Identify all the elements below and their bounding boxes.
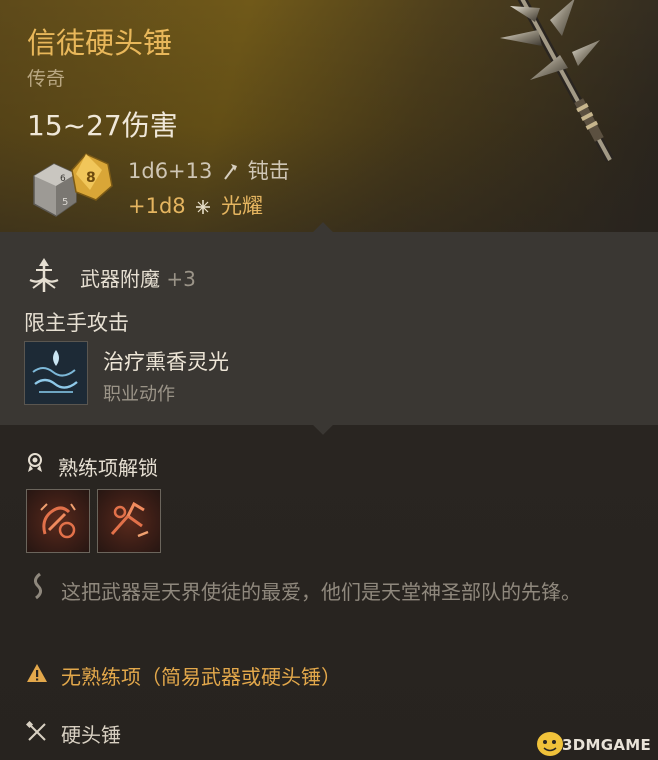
healing-incense-icon <box>25 342 87 404</box>
item-title: 信徒硬头锤 <box>27 26 173 60</box>
weapon-type: 硬头锤 <box>61 723 121 747</box>
enchantment-label: 武器附魔 +3 <box>80 263 196 292</box>
radiant-icon <box>196 200 211 214</box>
damage-range: 15~27伤害 <box>27 109 178 142</box>
quote-icon <box>33 572 43 600</box>
damage-bonus-line: +1d8 光耀 <box>128 190 263 220</box>
weapon-type-icon <box>26 721 46 741</box>
enchantment-value: +3 <box>166 267 196 291</box>
bludgeon-icon <box>224 164 238 180</box>
damage-main-line: 1d6+13 钝击 <box>128 155 290 185</box>
proficiency-skill-1[interactable] <box>26 489 90 553</box>
flavor-text: 这把武器是天界使徒的最爱，他们是天堂神圣部队的先锋。 <box>61 580 581 604</box>
damage-main-type: 钝击 <box>247 159 290 183</box>
d8-face: 8 <box>86 170 96 186</box>
enchant-weapon-icon <box>29 258 59 292</box>
action-name: 治疗熏香灵光 <box>103 350 229 374</box>
d6-face-top: 6 <box>60 174 66 184</box>
damage-bonus-dice: +1d8 <box>128 194 186 218</box>
proficiency-skill-2[interactable] <box>97 489 161 553</box>
warning-icon <box>27 664 47 682</box>
action-icon-box[interactable] <box>24 341 88 405</box>
item-tooltip: 信徒硬头锤 传奇 15~27伤害 6 5 8 1d6+13 钝击 +1d8 光耀 <box>0 0 658 760</box>
proficiency-label: 熟练项解锁 <box>58 456 158 480</box>
dice-icon: 6 5 8 <box>33 153 113 217</box>
item-rarity: 传奇 <box>27 68 66 90</box>
proficiency-unlock-icon <box>28 453 42 472</box>
mace-illustration-icon <box>500 0 614 163</box>
action-type: 职业动作 <box>103 384 175 405</box>
watermark-text: 3DMGAME <box>562 736 652 754</box>
enchantment-restriction: 限主手攻击 <box>24 311 129 335</box>
damage-main-dice: 1d6+13 <box>128 159 213 183</box>
enchantment-name: 武器附魔 <box>80 267 160 291</box>
skill-1-icon <box>40 503 76 539</box>
proficiency-warning: 无熟练项（简易武器或硬头锤） <box>61 665 341 689</box>
d6-face-side: 5 <box>62 197 68 208</box>
damage-bonus-type: 光耀 <box>221 194 264 218</box>
skill-2-icon <box>110 501 149 538</box>
